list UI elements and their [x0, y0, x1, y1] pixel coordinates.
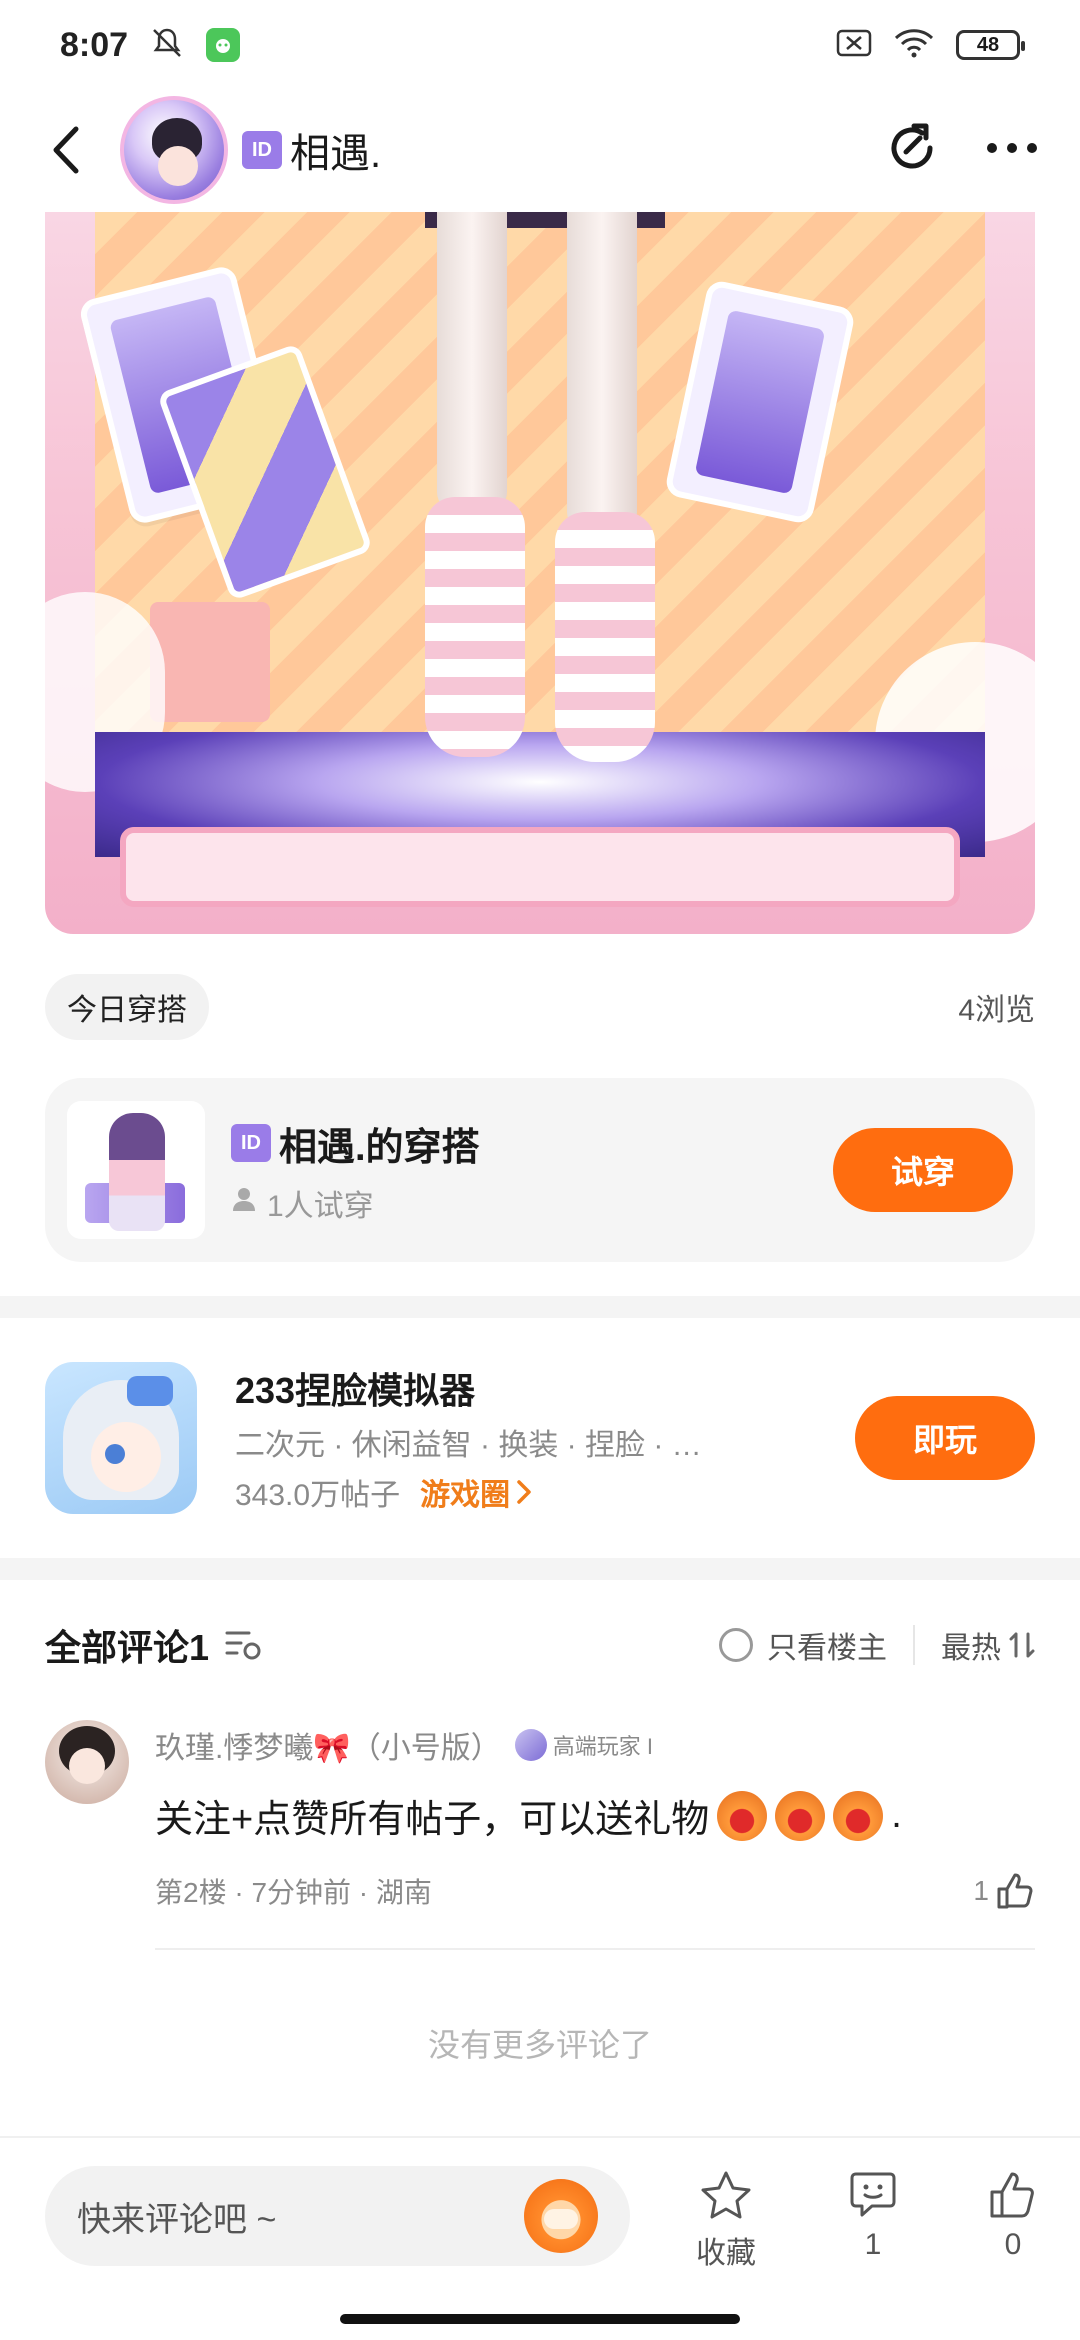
favorite-button[interactable]: 收藏	[690, 2170, 762, 2272]
section-divider	[0, 1558, 1080, 1580]
game-card[interactable]: 233捏脸模拟器 二次元 · 休闲益智 · 换装 · 捏脸 · … 343.0万…	[45, 1318, 1035, 1558]
view-count: 4浏览	[958, 994, 1035, 1027]
chevron-right-icon	[517, 1480, 531, 1504]
try-count: 1人试穿	[267, 1189, 374, 1223]
id-badge: ID	[242, 131, 282, 169]
comment-text: 关注+点赞所有帖子，可以送礼物 .	[155, 1788, 1035, 1843]
user-level-badge: 高端玩家 I	[514, 1729, 653, 1761]
thumbs-up-icon	[990, 2172, 1034, 2218]
like-button[interactable]: 0	[985, 2170, 1041, 2262]
game-circle-label: 游戏圈	[420, 1479, 511, 1512]
user-icon	[231, 1186, 257, 1220]
outfit-card[interactable]: ID 相遇.的穿搭 1人试穿 试穿	[45, 1078, 1035, 1262]
comment-divider	[155, 1948, 1035, 1950]
back-icon	[53, 126, 79, 174]
author-avatar[interactable]	[120, 96, 228, 204]
topic-tag[interactable]: 今日穿搭	[45, 974, 209, 1040]
outfit-image[interactable]	[45, 212, 1035, 934]
comment-text-body: 关注+点赞所有帖子，可以送礼物	[155, 1799, 710, 1841]
emoji-mascot-icon[interactable]	[524, 2179, 598, 2253]
play-now-button[interactable]: 即玩	[855, 1396, 1035, 1480]
id-badge: ID	[231, 1124, 271, 1162]
game-circle-link[interactable]: 游戏圈	[420, 1470, 532, 1514]
like-count: 0	[1004, 2228, 1022, 2261]
favorite-label: 收藏	[696, 2237, 756, 2270]
comment-text-suffix: .	[891, 1794, 902, 1836]
commenter-name[interactable]: 玖瑾.悸梦曦🎀（小号版）	[155, 1723, 501, 1767]
app-notification-icon	[206, 28, 241, 62]
comment-icon	[850, 2172, 896, 2217]
status-bar: 8:07 48	[0, 0, 1080, 90]
game-tags: 二次元 · 休闲益智 · 换装 · 捏脸 · …	[235, 1429, 702, 1462]
sort-toggle[interactable]: 最热	[941, 1623, 1035, 1667]
home-indicator[interactable]	[340, 2314, 740, 2324]
striped-boot-left	[425, 497, 525, 757]
user-level-label: 高端玩家 I	[552, 1734, 653, 1759]
outfit-thumbnail	[67, 1101, 205, 1239]
striped-boot-right	[555, 512, 655, 762]
comment-item[interactable]: 玖瑾.悸梦曦🎀（小号版） 高端玩家 I 关注+点赞所有帖子，可以送礼物 . 第2…	[45, 1720, 1035, 1950]
sort-label: 最热	[941, 1632, 1001, 1665]
only-owner-toggle[interactable]: 只看楼主	[719, 1623, 887, 1667]
try-on-button[interactable]: 试穿	[833, 1128, 1013, 1212]
share-icon[interactable]	[884, 120, 940, 181]
gift-box	[150, 602, 270, 722]
wifi-icon	[894, 28, 934, 63]
radio-icon	[719, 1628, 753, 1662]
comment-input-placeholder: 快来评论吧 ~	[77, 2200, 277, 2239]
comments-header: 全部评论1 只看楼主 最热	[45, 1612, 1035, 1678]
comment-count: 1	[864, 2228, 882, 2261]
comment-input[interactable]: 快来评论吧 ~	[45, 2166, 630, 2266]
character-leg-left	[437, 212, 507, 512]
emoji-icon	[775, 1790, 826, 1841]
no-more-comments: 没有更多评论了	[427, 2027, 652, 2063]
outfit-title: 相遇.的穿搭	[279, 1126, 480, 1169]
section-divider	[0, 1296, 1080, 1318]
post-tag-row: 今日穿搭 4浏览	[45, 972, 1035, 1042]
game-icon[interactable]	[45, 1362, 197, 1514]
game-post-count: 343.0万帖子	[235, 1479, 401, 1512]
game-title: 233捏脸模拟器	[235, 1370, 476, 1411]
more-icon[interactable]	[984, 140, 1040, 161]
bottom-action-bar: 快来评论吧 ~ 收藏 1 0	[0, 2136, 1080, 2340]
comment-meta: 第2楼 · 7分钟前 · 湖南	[155, 1877, 432, 1908]
only-owner-label: 只看楼主	[767, 1632, 887, 1665]
comment-like-button[interactable]: 1	[973, 1871, 1035, 1911]
comment-button[interactable]: 1	[845, 2170, 901, 2262]
sim-off-icon	[836, 29, 872, 62]
level-icon	[514, 1729, 547, 1761]
bell-off-icon	[150, 26, 184, 65]
character-leg-right	[567, 212, 637, 532]
star-icon	[701, 2171, 751, 2219]
status-time: 8:07	[60, 25, 129, 64]
author-name[interactable]: 相遇.	[290, 121, 381, 179]
emoji-icon	[717, 1790, 768, 1841]
pink-banner	[120, 827, 960, 907]
commenter-avatar[interactable]	[45, 1720, 129, 1804]
filter-settings-icon[interactable]	[221, 1623, 265, 1667]
emoji-icon	[833, 1790, 884, 1841]
thumbs-up-icon	[997, 1873, 1033, 1909]
comment-like-count: 1	[973, 1875, 989, 1906]
back-button[interactable]	[40, 120, 90, 180]
battery-icon: 48	[956, 30, 1025, 60]
post-header: ID 相遇.	[0, 90, 1080, 210]
sort-icon	[1009, 1632, 1035, 1658]
comments-title: 全部评论1	[45, 1627, 210, 1668]
